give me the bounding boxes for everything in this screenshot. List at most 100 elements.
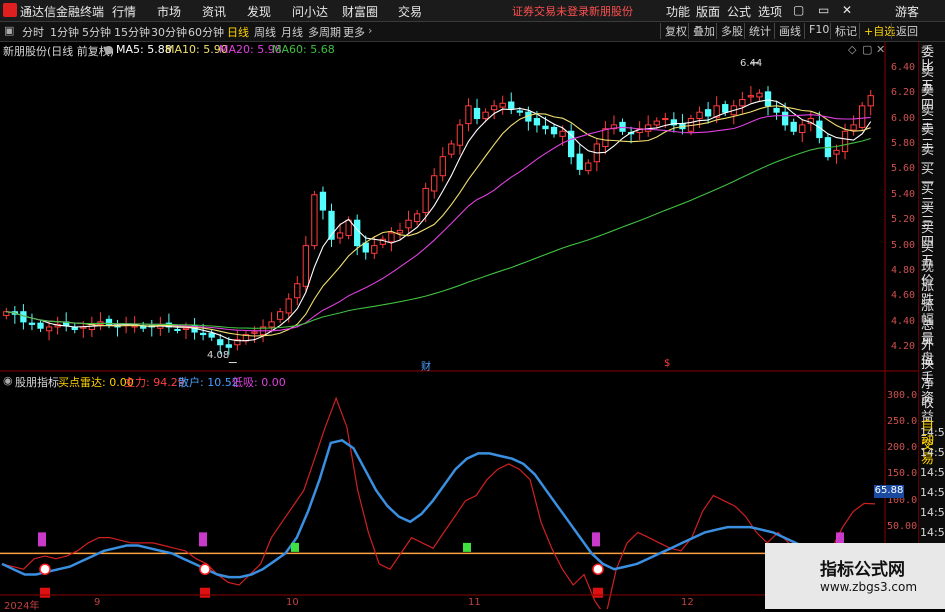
price-tick-label: 4.40 (891, 315, 916, 327)
candle-body (311, 194, 318, 247)
candle-body (739, 98, 746, 107)
price-tick-label: 5.00 (891, 239, 916, 251)
x-label-month: 12 (681, 597, 694, 608)
buy-point-icon (592, 563, 604, 575)
candle-body (482, 111, 489, 120)
candle-body (747, 95, 755, 98)
candle-body (585, 162, 592, 172)
candle-body (396, 229, 404, 234)
price-tick-label: 5.80 (891, 137, 916, 149)
candle-body (456, 124, 464, 146)
buy-point-icon (39, 563, 51, 575)
candle-body (516, 110, 523, 113)
current-value-badge: 65.88 (874, 485, 904, 498)
price-tick-label: 6.20 (891, 87, 916, 99)
indicator-tick-label: 50.00 (887, 521, 918, 533)
candle-body (764, 91, 772, 107)
x-label-month: 9 (94, 597, 101, 608)
candle-body (174, 329, 181, 331)
low-absorb-bar (199, 532, 207, 547)
candle-body (413, 213, 421, 222)
price-tick-label: 5.20 (891, 214, 916, 226)
trade-time: 14:56 (920, 526, 945, 539)
candle-body (37, 322, 44, 329)
candle-body (45, 326, 53, 332)
price-tick-label: 4.20 (891, 341, 916, 353)
price-tick-label: 5.60 (891, 163, 916, 175)
candle-body (354, 219, 361, 247)
candle-body (294, 283, 301, 299)
candle-body (217, 339, 224, 346)
candle-body (850, 124, 857, 131)
price-tick-label: 4.60 (891, 290, 916, 302)
indicator-tick-label: 150.0 (887, 468, 918, 480)
dividend-event-marker[interactable]: $ (664, 358, 670, 369)
candle-body (576, 153, 583, 170)
candle-body (28, 322, 36, 325)
indicator-tick-label: 300.0 (887, 389, 918, 401)
candle-body (182, 327, 190, 330)
watermark-title: 指标公式网 (820, 560, 905, 580)
candle-body (336, 232, 344, 239)
trade-time: 14:56 (920, 506, 945, 519)
candle-body (756, 92, 763, 98)
candle-body (465, 105, 472, 125)
candle-body (508, 101, 515, 109)
finance-event-marker[interactable]: 财 (421, 358, 431, 373)
candle-body (362, 242, 369, 253)
candle-body (833, 149, 840, 155)
candle-body (781, 111, 789, 126)
top-signal-bar (291, 542, 299, 552)
candle-body (371, 245, 378, 254)
indicator-tick-label: 200.0 (887, 442, 918, 454)
candle-body (841, 130, 849, 153)
price-tick-label: 6.40 (891, 61, 916, 73)
candle-body (319, 191, 327, 211)
candle-body (653, 120, 660, 126)
candle-body (490, 105, 498, 111)
candle-body (268, 321, 275, 328)
candle-body (542, 125, 549, 130)
watermark-url: www.zbgs3.com (820, 580, 918, 594)
low-absorb-bar (38, 532, 46, 547)
candle-body (559, 130, 566, 137)
ma20-line (6, 114, 871, 332)
candle-body (448, 143, 455, 155)
candle-body (773, 107, 780, 113)
high-price-label: 6.44 (740, 58, 763, 69)
candle-body (533, 118, 541, 126)
candle-body (422, 187, 429, 214)
candle-body (405, 219, 412, 229)
buy-flag-icon (593, 587, 603, 598)
candle-body (208, 332, 215, 338)
candle-body (704, 109, 712, 117)
indicator-tick-label: 250.0 (887, 415, 918, 427)
candle-body (859, 105, 866, 128)
ma60-line (6, 137, 871, 329)
buy-flag-icon (200, 587, 210, 598)
watermark-logo: 指标公式网 www.zbgs3.com (765, 543, 945, 609)
candle-body (473, 107, 481, 120)
buy-point-icon (199, 563, 211, 575)
candle-body (550, 126, 558, 135)
candle-body (285, 298, 292, 314)
price-tick-label: 6.00 (891, 112, 916, 124)
candle-body (602, 128, 609, 147)
x-label-month: 10 (286, 597, 299, 608)
trade-time: 14:56 (920, 466, 945, 479)
stock-chart[interactable] (0, 0, 918, 609)
ma10-line (6, 105, 871, 337)
candle-body (696, 111, 703, 120)
candle-body (225, 344, 232, 348)
price-tick-label: 5.40 (891, 188, 916, 200)
candle-body (619, 121, 626, 132)
trade-time: 14:56 (920, 486, 945, 499)
trade-time: 14:56 (920, 426, 945, 439)
low-absorb-bar (592, 532, 600, 547)
candle-body (499, 102, 506, 108)
low-price-label: 4.08 (207, 350, 230, 361)
candle-body (302, 245, 309, 287)
candle-body (867, 95, 874, 107)
buy-flag-icon (40, 587, 50, 598)
candle-body (439, 156, 446, 177)
